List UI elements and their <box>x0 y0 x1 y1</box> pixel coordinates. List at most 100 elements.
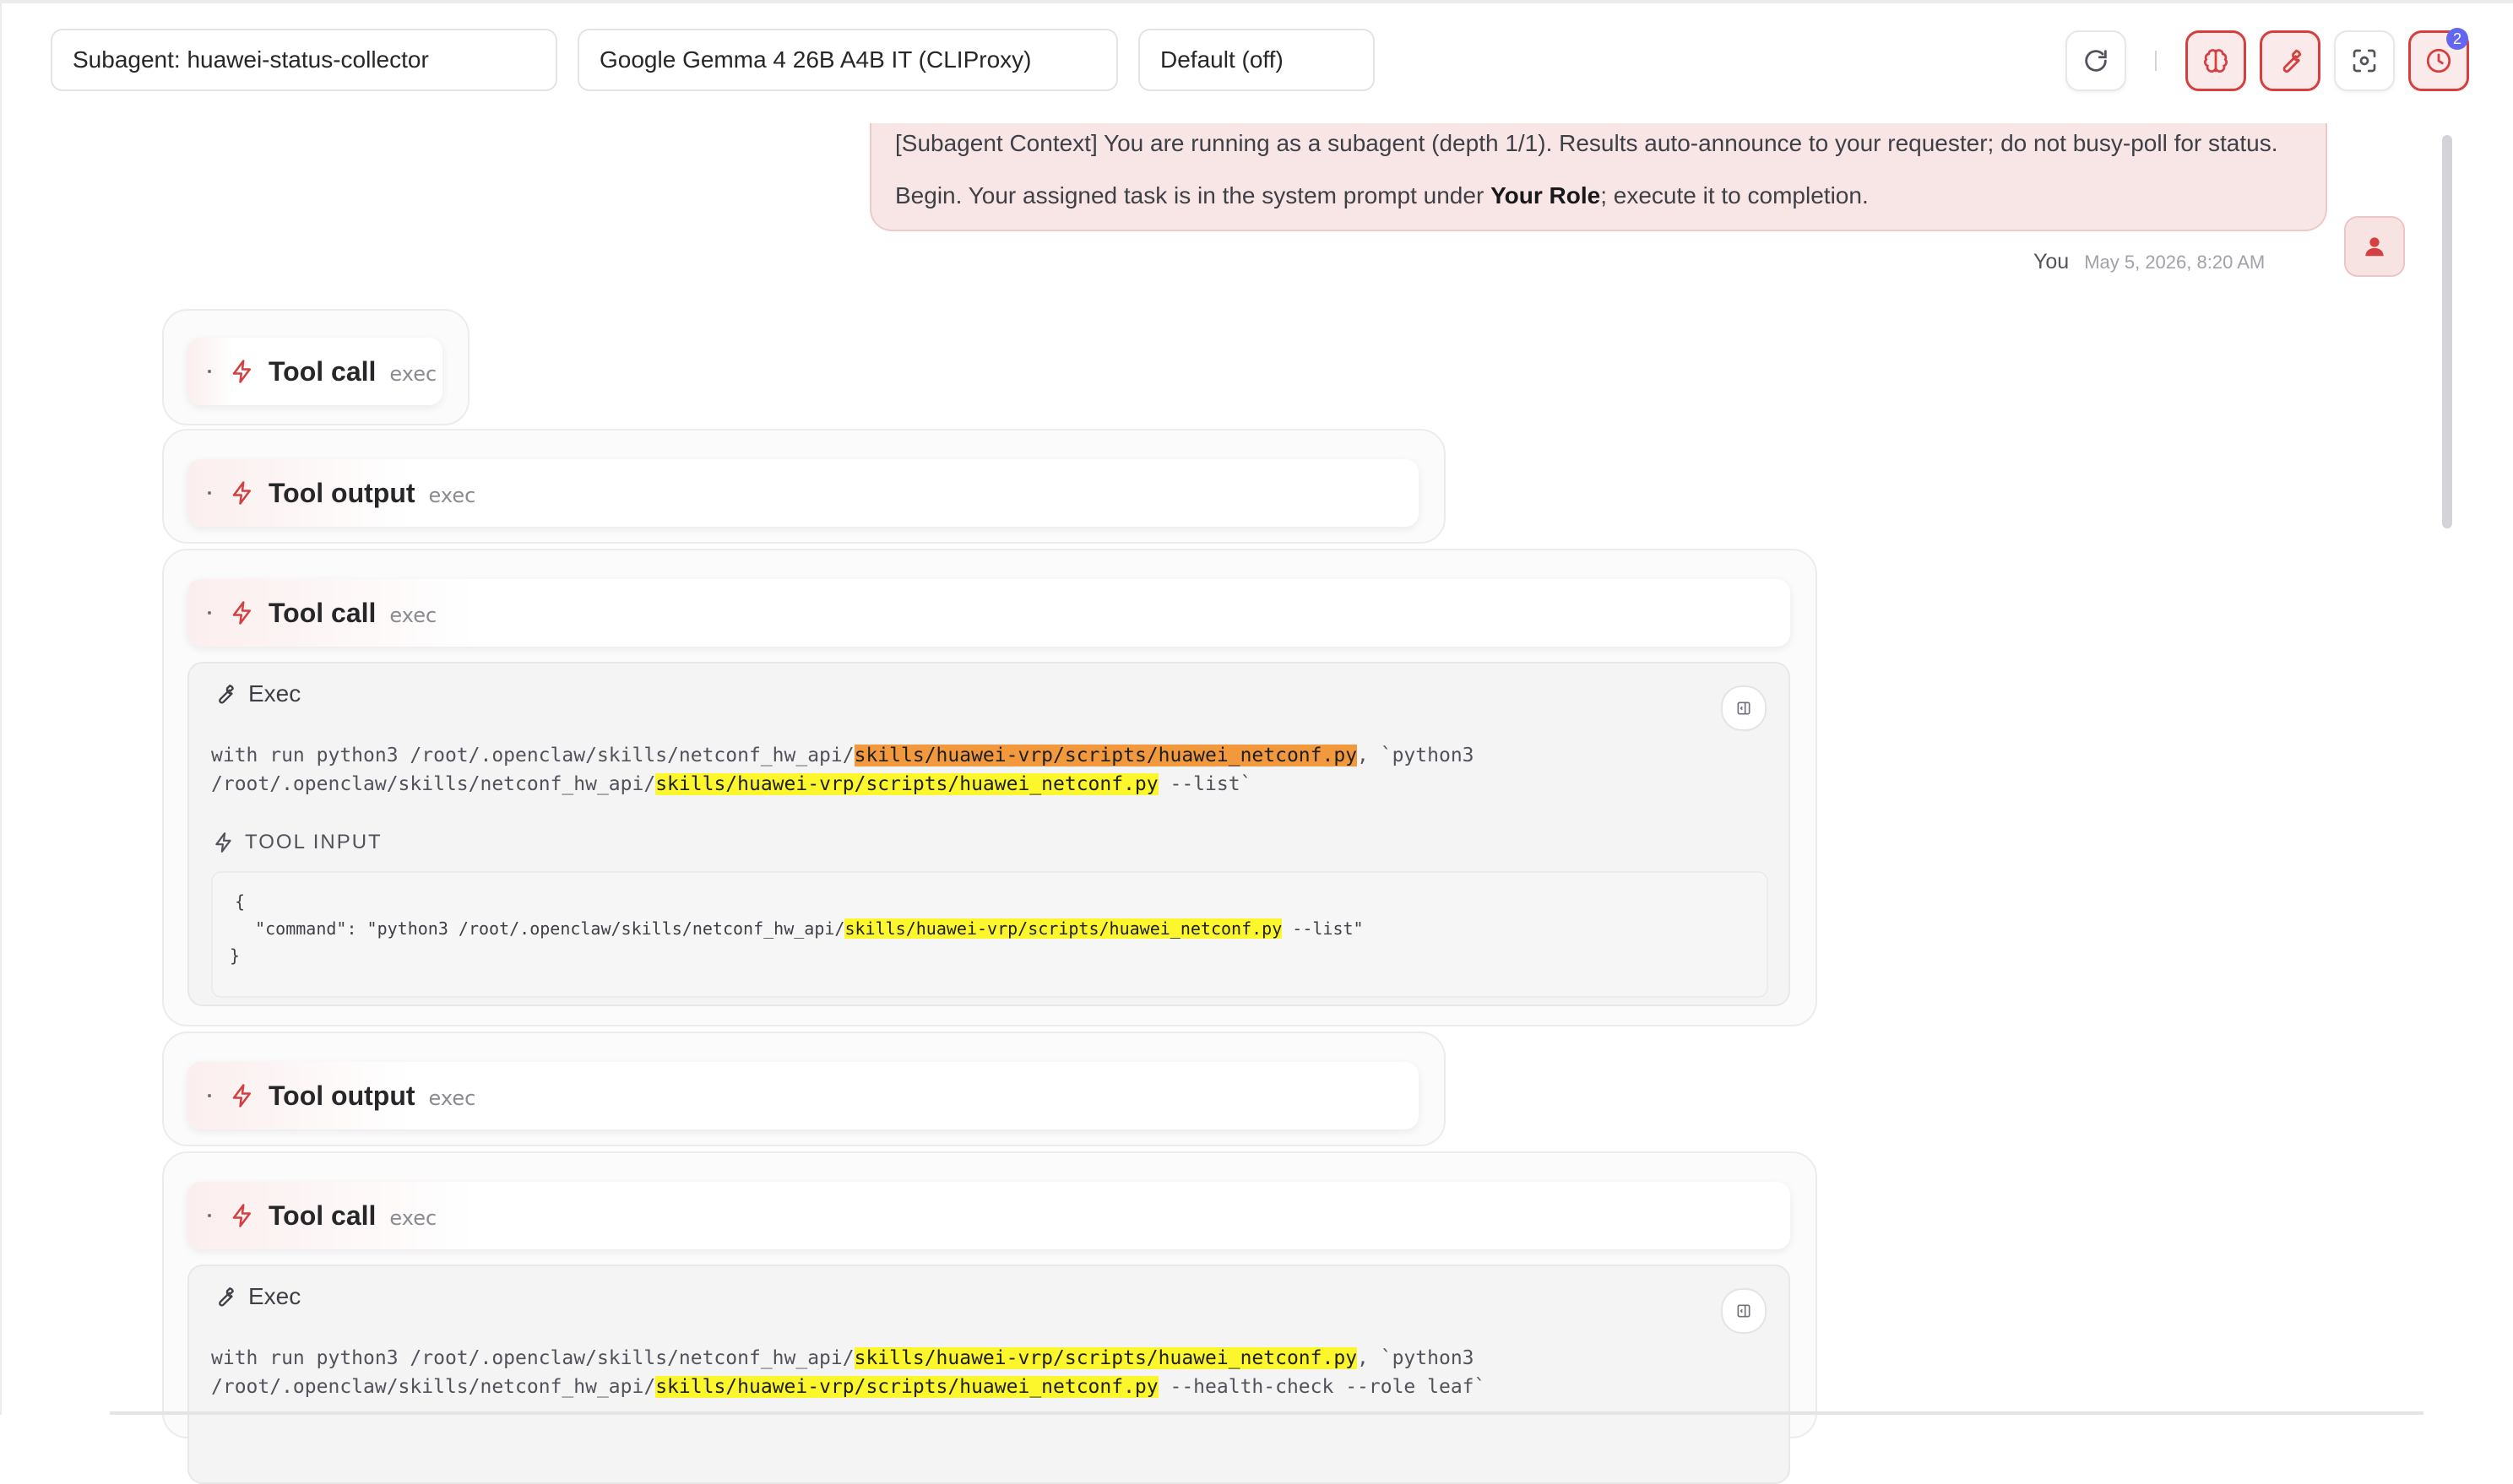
bolt-icon <box>232 1084 251 1108</box>
code-text: --list` <box>1158 773 1252 795</box>
code-text: , `python3 <box>1357 745 1474 766</box>
tool-item-type: exec <box>428 1086 476 1110</box>
user-avatar <box>2344 216 2405 277</box>
wrench-icon <box>2282 49 2302 73</box>
exec-title: Exec <box>248 680 301 707</box>
code-highlight-active: skills/huawei-vrp/scripts/huawei_netconf… <box>854 745 1358 766</box>
message-author: You <box>2033 250 2070 274</box>
tool-call-toggle[interactable]: Tool call exec <box>187 1182 1790 1249</box>
tool-item-title: Tool output exec <box>269 1081 475 1112</box>
tools-toggle-button[interactable] <box>2260 30 2320 91</box>
panel-expand-icon <box>1737 1304 1750 1318</box>
tool-item-label: Tool output <box>269 478 415 508</box>
tool-item-label: Tool call <box>269 356 377 387</box>
wrench-icon <box>219 685 234 704</box>
code-highlight: skills/huawei-vrp/scripts/huawei_netconf… <box>655 773 1159 795</box>
refresh-icon <box>2085 50 2107 72</box>
chat-scrollbar[interactable] <box>2442 135 2452 528</box>
refresh-button[interactable] <box>2065 30 2126 91</box>
tool-item-title: Tool output exec <box>269 478 475 509</box>
tool-call-toggle[interactable]: Tool call exec <box>187 579 1790 647</box>
user-message-bubble: [Subagent Context] You are running as a … <box>870 123 2327 231</box>
tool-call-group: Tool call exec <box>162 309 469 425</box>
model-select[interactable]: Google Gemma 4 26B A4B IT (CLIProxy) <box>578 29 1118 91</box>
tool-item-label: Tool call <box>269 1200 377 1231</box>
toolbar-divider <box>2155 51 2157 71</box>
expand-button[interactable] <box>1721 1288 1767 1334</box>
exec-header: Exec <box>213 1283 301 1310</box>
user-message-bold: Your Role <box>1490 182 1601 209</box>
panel-expand-icon <box>1737 701 1750 715</box>
code-text: /root/.openclaw/skills/netconf_hw_api/ <box>211 773 656 795</box>
thinking-select[interactable]: Default (off) <box>1138 29 1375 91</box>
json-command-line: "command": "python3 /root/.openclaw/skil… <box>235 918 1364 939</box>
tool-input-header: TOOL INPUT <box>213 831 383 854</box>
message-timestamp: May 5, 2026, 8:20 AM <box>2084 252 2266 273</box>
user-message-line-2: Begin. Your assigned task is in the syst… <box>895 182 1869 209</box>
tool-call-toggle[interactable]: Tool call exec <box>187 338 442 405</box>
tool-item-title: Tool call exec <box>269 598 437 629</box>
tool-item-label: Tool call <box>269 598 377 628</box>
expand-button[interactable] <box>1721 685 1767 731</box>
focus-icon <box>2353 49 2376 73</box>
exec-detail-panel: Exec with run python3 /root/.openclaw/sk… <box>187 1265 1790 1484</box>
tool-item-label: Tool output <box>269 1081 415 1111</box>
user-message-text: Begin. Your assigned task is in the syst… <box>895 182 1491 209</box>
bolt-icon <box>232 360 251 383</box>
code-text: with run python3 /root/.openclaw/skills/… <box>211 745 855 766</box>
chevron-icon <box>208 491 211 495</box>
history-button[interactable]: 2 <box>2408 28 2469 91</box>
exec-command-line-2: /root/.openclaw/skills/netconf_hw_api/sk… <box>211 773 1251 795</box>
tool-item-type: exec <box>428 484 476 507</box>
tool-output-group: Tool output exec <box>162 1032 1446 1146</box>
code-text: /root/.openclaw/skills/netconf_hw_api/ <box>211 1376 656 1398</box>
chat-toolbar: Subagent: huawei-status-collector Google… <box>0 0 2513 123</box>
tool-input-json: { "command": "python3 /root/.openclaw/sk… <box>211 871 1768 998</box>
focus-mode-button[interactable] <box>2334 30 2395 91</box>
tool-output-toggle[interactable]: Tool output exec <box>187 459 1419 527</box>
tool-call-group-expanded: Tool call exec Exec with run python3 /roo… <box>162 549 1817 1026</box>
tool-call-group-expanded: Tool call exec Exec with run python3 /roo… <box>162 1151 1817 1484</box>
history-count-badge: 2 <box>2446 28 2468 50</box>
code-text: , `python3 <box>1357 1347 1474 1369</box>
user-message-line-1: [Subagent Context] You are running as a … <box>895 130 2278 156</box>
exec-title: Exec <box>248 1283 301 1309</box>
user-message-text-end: ; execute it to completion. <box>1600 182 1869 209</box>
agent-select[interactable]: Subagent: huawei-status-collector <box>51 29 557 91</box>
bolt-icon <box>232 1204 251 1227</box>
tool-output-group: Tool output exec <box>162 429 1446 544</box>
code-text: --list" <box>1282 918 1364 939</box>
exec-command-line-1: with run python3 /root/.openclaw/skills/… <box>211 745 1474 766</box>
bolt-icon <box>232 601 251 625</box>
exec-command-line-2: /root/.openclaw/skills/netconf_hw_api/sk… <box>211 1376 1485 1398</box>
chevron-icon <box>208 611 211 615</box>
code-text: --health-check --role leaf` <box>1158 1376 1486 1398</box>
wrench-icon <box>219 1287 234 1307</box>
brain-icon <box>2204 49 2228 73</box>
user-message-meta: You May 5, 2026, 8:20 AM <box>2033 250 2265 274</box>
composer-top-border <box>110 1411 2423 1415</box>
exec-detail-panel: Exec with run python3 /root/.openclaw/sk… <box>187 662 1790 1006</box>
agent-select-value: Subagent: huawei-status-collector <box>73 46 429 73</box>
tool-output-toggle[interactable]: Tool output exec <box>187 1062 1419 1129</box>
code-text: with run python3 /root/.openclaw/skills/… <box>211 1347 855 1369</box>
bolt-icon <box>215 832 231 853</box>
code-highlight: skills/huawei-vrp/scripts/huawei_netconf… <box>854 1347 1358 1369</box>
tool-item-type: exec <box>389 604 437 627</box>
user-icon <box>2365 237 2384 257</box>
thinking-toggle-button[interactable] <box>2185 30 2246 91</box>
tool-item-type: exec <box>389 362 437 386</box>
chevron-icon <box>208 1214 211 1217</box>
history-icon <box>2426 48 2451 73</box>
code-text: "command": "python3 /root/.openclaw/skil… <box>235 918 845 939</box>
tool-item-title: Tool call exec <box>269 1200 437 1232</box>
code-highlight: skills/huawei-vrp/scripts/huawei_netconf… <box>844 918 1283 939</box>
bolt-icon <box>232 481 251 505</box>
tool-item-title: Tool call exec <box>269 356 437 387</box>
window-left-border <box>0 0 2 1415</box>
code-highlight: skills/huawei-vrp/scripts/huawei_netconf… <box>655 1376 1159 1398</box>
thinking-select-value: Default (off) <box>1160 46 1284 73</box>
chevron-icon <box>208 1094 211 1097</box>
exec-header: Exec <box>213 680 301 707</box>
tool-input-label: TOOL INPUT <box>245 831 383 853</box>
